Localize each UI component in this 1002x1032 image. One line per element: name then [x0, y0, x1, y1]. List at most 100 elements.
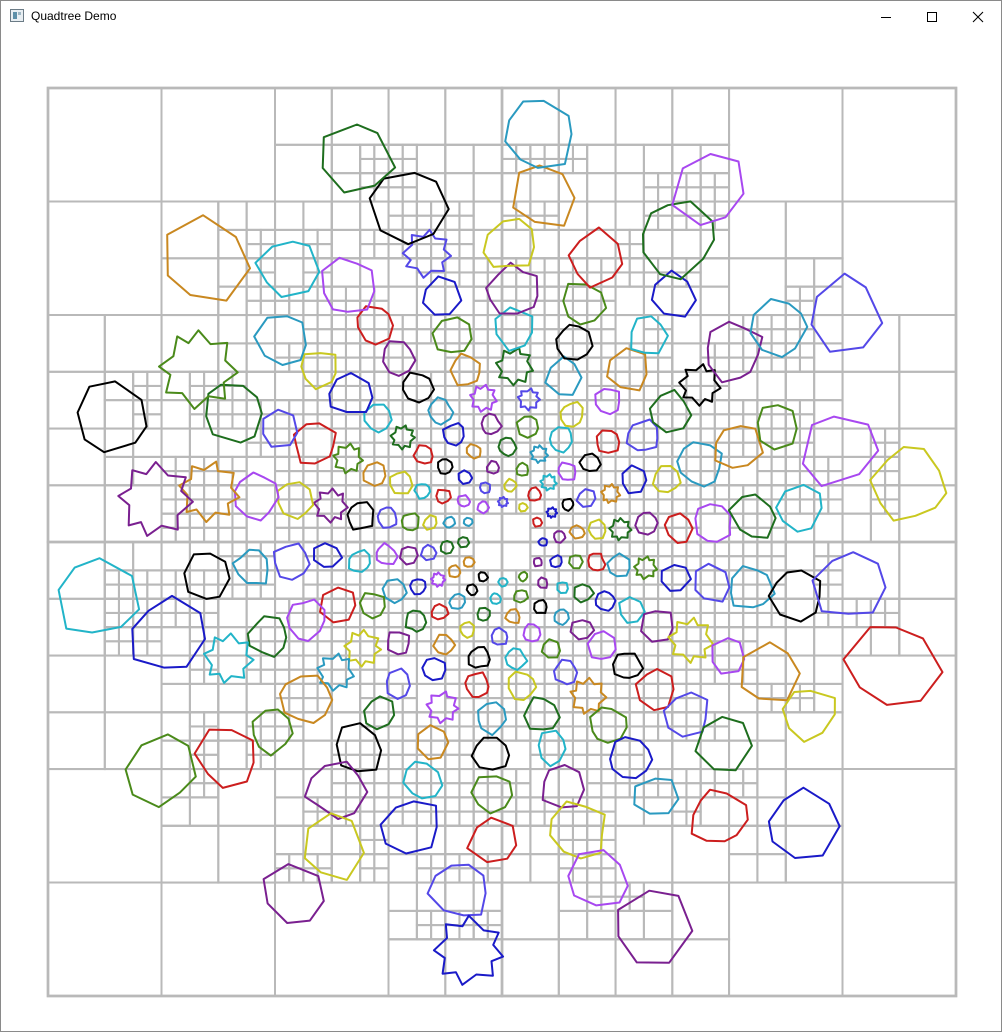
polygon-shape[interactable] — [251, 708, 294, 757]
polygon-shape[interactable] — [633, 555, 659, 581]
polygon-shape[interactable] — [507, 670, 538, 701]
polygon-shape[interactable] — [594, 590, 617, 612]
quadtree-canvas[interactable] — [1, 32, 1001, 1031]
polygon-shape[interactable] — [183, 552, 231, 600]
polygon-shape[interactable] — [402, 760, 444, 800]
polygon-shape[interactable] — [459, 621, 475, 639]
quadtree-cell — [586, 200, 617, 231]
polygon-shape[interactable] — [432, 633, 457, 656]
polygon-shape[interactable] — [842, 626, 944, 706]
polygon-shape[interactable] — [634, 668, 675, 712]
polygon-shape[interactable] — [462, 516, 474, 527]
polygon-shape[interactable] — [231, 548, 269, 585]
polygon-shape[interactable] — [332, 442, 364, 475]
polygon-shape[interactable] — [537, 729, 567, 768]
polygon-shape[interactable] — [402, 371, 435, 404]
maximize-button[interactable] — [909, 1, 955, 32]
polygon-shape[interactable] — [419, 543, 438, 562]
canvas-area[interactable] — [1, 32, 1001, 1031]
polygon-shape[interactable] — [262, 863, 325, 924]
polygon-shape[interactable] — [131, 594, 206, 669]
polygon-shape[interactable] — [562, 282, 608, 326]
polygon-shape[interactable] — [575, 488, 597, 508]
polygon-shape[interactable] — [515, 415, 540, 439]
polygon-shape[interactable] — [561, 497, 575, 512]
quadtree-cell — [373, 370, 390, 387]
polygon-shape[interactable] — [480, 412, 503, 436]
polygon-shape[interactable] — [612, 652, 645, 679]
polygon-shape[interactable] — [387, 631, 411, 656]
title-bar[interactable]: Quadtree Demo — [1, 1, 1001, 32]
polygon-shape[interactable] — [389, 470, 414, 495]
polygon-shape[interactable] — [470, 775, 514, 815]
polygon-shape[interactable] — [634, 511, 659, 536]
polygon-shape[interactable] — [422, 275, 463, 316]
minimize-button[interactable] — [863, 1, 909, 32]
polygon-shape[interactable] — [504, 99, 573, 169]
polygon-shape[interactable] — [368, 171, 450, 246]
polygon-shape[interactable] — [544, 355, 583, 396]
polygon-shape[interactable] — [537, 576, 549, 589]
polygon-shape[interactable] — [532, 516, 544, 528]
polygon-shape[interactable] — [518, 502, 529, 513]
polygon-shape[interactable] — [375, 542, 399, 565]
polygon-shape[interactable] — [321, 256, 376, 313]
polygon-shape[interactable] — [532, 557, 543, 568]
polygon-shape[interactable] — [625, 418, 659, 452]
quadtree-cell — [784, 356, 801, 373]
polygon-shape[interactable] — [504, 608, 521, 624]
polygon-shape[interactable] — [621, 464, 648, 495]
polygon-shape[interactable] — [811, 551, 887, 615]
polygon-shape[interactable] — [57, 557, 141, 634]
polygon-shape[interactable] — [482, 217, 535, 268]
polygon-shape[interactable] — [457, 469, 474, 485]
polygon-shape[interactable] — [810, 272, 884, 353]
polygon-shape[interactable] — [730, 565, 776, 609]
polygon-shape[interactable] — [529, 444, 549, 464]
polygon-shape[interactable] — [431, 316, 473, 354]
polygon-shape[interactable] — [671, 153, 745, 227]
polygon-shape[interactable] — [606, 347, 648, 392]
polygon-shape[interactable] — [421, 657, 447, 682]
polygon-shape[interactable] — [465, 583, 479, 597]
polygon-shape[interactable] — [435, 488, 452, 505]
polygon-shape[interactable] — [587, 518, 607, 540]
polygon-shape[interactable] — [246, 615, 288, 658]
polygon-shape[interactable] — [618, 596, 646, 624]
polygon-shape[interactable] — [254, 240, 321, 298]
polygon-shape[interactable] — [608, 517, 633, 542]
polygon-shape[interactable] — [286, 598, 326, 642]
polygon-shape[interactable] — [706, 320, 764, 384]
polygon-shape[interactable] — [316, 652, 355, 692]
polygon-shape[interactable] — [426, 863, 487, 917]
polygon-shape[interactable] — [545, 506, 559, 519]
polygon-shape[interactable] — [553, 608, 570, 626]
polygon-shape[interactable] — [568, 554, 584, 570]
polygon-shape[interactable] — [515, 461, 529, 477]
polygon-shape[interactable] — [869, 446, 948, 522]
polygon-shape[interactable] — [477, 571, 489, 583]
polygon-shape[interactable] — [279, 674, 334, 724]
close-button[interactable] — [955, 1, 1001, 32]
polygon-shape[interactable] — [328, 372, 374, 413]
polygon-shape[interactable] — [541, 764, 585, 809]
polygon-shape[interactable] — [158, 329, 239, 410]
polygon-shape[interactable] — [630, 315, 669, 355]
polygon-shape[interactable] — [358, 592, 386, 620]
polygon-shape[interactable] — [714, 425, 764, 469]
polygon-shape[interactable] — [569, 619, 596, 641]
polygon-shape[interactable] — [548, 426, 573, 454]
polygon-shape[interactable] — [467, 646, 491, 669]
polygon-shape[interactable] — [727, 493, 777, 539]
polygon-shape[interactable] — [539, 473, 558, 492]
polygon-shape[interactable] — [470, 736, 511, 771]
polygon-shape[interactable] — [376, 506, 398, 529]
polygon-shape[interactable] — [303, 812, 365, 881]
polygon-shape[interactable] — [517, 570, 529, 583]
polygon-shape[interactable] — [448, 592, 466, 610]
polygon-shape[interactable] — [651, 465, 682, 494]
quadtree-cell — [501, 285, 518, 302]
quadtree-cell — [160, 370, 191, 402]
polygon-shape[interactable] — [642, 200, 715, 281]
polygon-shape[interactable] — [76, 380, 148, 454]
